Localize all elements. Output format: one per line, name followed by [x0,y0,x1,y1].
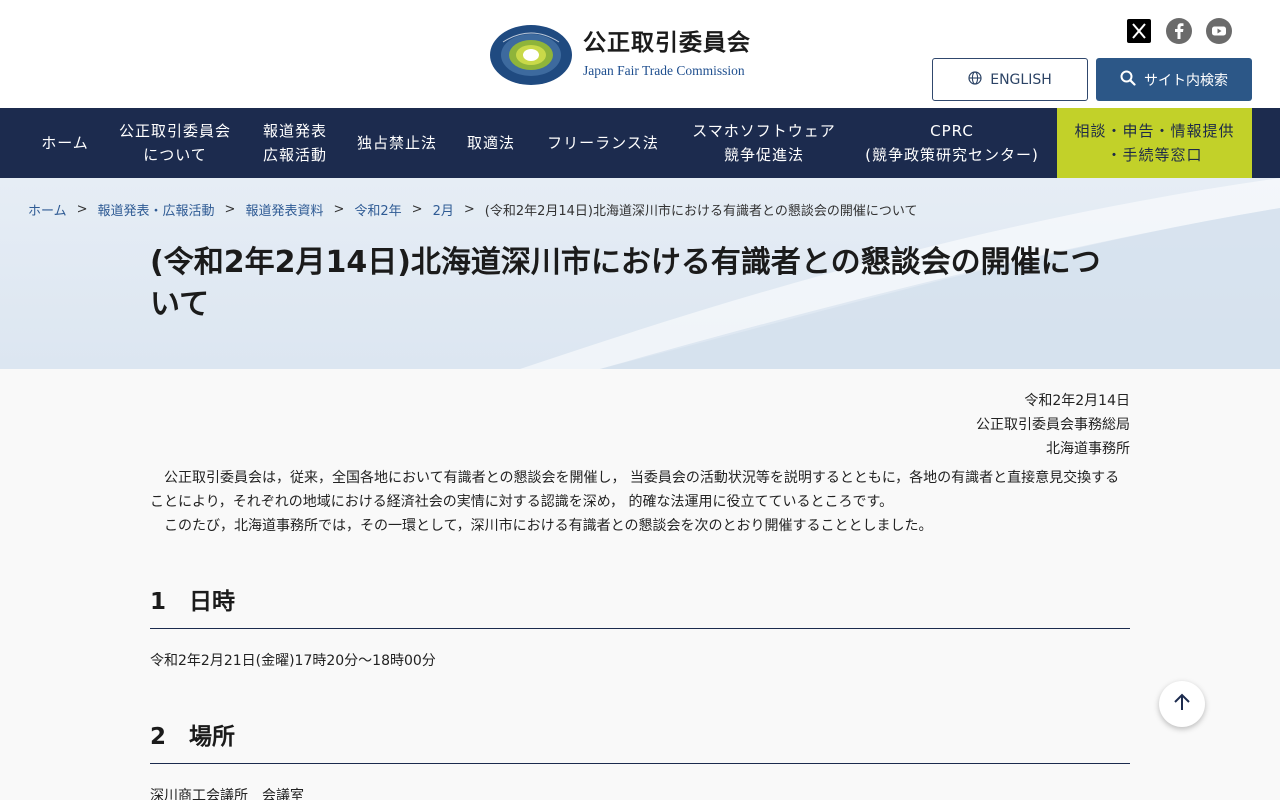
search-icon [1120,70,1136,90]
nav-label: ・手続等窓口 [1106,146,1203,164]
nav-label: CPRC [930,122,974,140]
publication-meta: 令和2年2月14日 公正取引委員会事務総局 北海道事務所 [150,389,1130,461]
nav-consultation[interactable]: 相談・申告・情報提供 ・手続等窓口 [1057,108,1252,178]
nav-label: 取適法 [466,134,515,152]
breadcrumb-separator: > [76,202,88,217]
breadcrumb-home[interactable]: ホーム [28,200,67,219]
nav-label: 独占禁止法 [356,134,437,152]
english-button[interactable]: ENGLISH [932,58,1088,101]
intro-paragraph: 公正取引委員会は，従来，全国各地において有識者との懇談会を開催し， 当委員会の活… [150,470,1120,510]
nav-press[interactable]: 報道発表 広報活動 [248,108,342,178]
breadcrumb-month[interactable]: 2月 [433,200,454,219]
main-content: 令和2年2月14日 公正取引委員会事務総局 北海道事務所 公正取引委員会は，従来… [150,369,1130,800]
breadcrumb: ホーム > 報道発表・広報活動 > 報道発表資料 > 令和2年 > 2月 > (… [28,200,917,219]
nav-label: 相談・申告・情報提供 [1074,122,1235,140]
nav-about[interactable]: 公正取引委員会 について [102,108,248,178]
nav-label: フリーランス法 [547,134,659,152]
nav-label: スマホソフトウェア [692,122,836,140]
nav-cprc[interactable]: CPRC (競争政策研究センター) [852,108,1052,178]
section-body-venue: 深川商工会議所 会議室 [150,788,304,800]
nav-smartphone-act[interactable]: スマホソフトウェア 競争促進法 [676,108,852,178]
org-name-en: Japan Fair Trade Commission [583,63,745,78]
section-heading-datetime: 1 日時 [150,582,1130,629]
page-title: (令和2年2月14日)北海道深川市における有識者との懇談会の開催について [150,245,1101,322]
nav-label: 競争促進法 [723,146,804,164]
site-header: 公正取引委員会 Japan Fair Trade Commission ENGL… [0,0,1280,108]
breadcrumb-separator: > [411,202,423,217]
breadcrumb-year[interactable]: 令和2年 [354,200,401,219]
nav-label: (競争政策研究センター) [865,146,1039,164]
section-heading-venue: 2 場所 [150,717,1130,764]
english-button-label: ENGLISH [990,71,1052,88]
page-header-banner: ホーム > 報道発表・広報活動 > 報道発表資料 > 令和2年 > 2月 > (… [0,178,1280,369]
org-name: 公正取引委員会 [583,30,751,56]
youtube-icon[interactable] [1206,18,1232,44]
site-logo[interactable]: 公正取引委員会 Japan Fair Trade Commission [489,22,751,86]
x-icon[interactable] [1126,18,1152,44]
nav-antimonopoly[interactable]: 独占禁止法 [342,108,452,178]
nav-freelance[interactable]: フリーランス法 [530,108,676,178]
nav-label: について [143,146,207,164]
nav-home[interactable]: ホーム [28,108,102,178]
nav-label: 報道発表 [262,122,327,140]
issuer-bureau: 公正取引委員会事務総局 [976,417,1130,433]
intro-paragraph-2: このたび，北海道事務所では，その一環として，深川市における有識者との懇談会を次の… [164,518,933,534]
issuer-office: 北海道事務所 [1046,441,1130,457]
breadcrumb-current: (令和2年2月14日)北海道深川市における有識者との懇談会の開催について [484,204,918,219]
breadcrumb-press[interactable]: 報道発表・広報活動 [98,200,215,219]
social-links [1126,18,1232,44]
back-to-top-button[interactable] [1159,681,1205,727]
globe-icon [968,70,982,89]
nav-label: 公正取引委員会 [118,122,231,140]
nav-subcontract[interactable]: 取適法 [452,108,530,178]
arrow-up-icon [1173,692,1191,716]
breadcrumb-separator: > [224,202,236,217]
site-search-button[interactable]: サイト内検索 [1096,58,1252,101]
nav-label: 広報活動 [262,146,327,164]
search-button-label: サイト内検索 [1144,72,1228,89]
section-body-datetime: 令和2年2月21日(金曜)17時20分～18時00分 [150,653,436,669]
breadcrumb-separator: > [463,202,475,217]
global-nav: ホーム 公正取引委員会 について 報道発表広報活動 独占禁止法 取適法 フリーラン… [0,108,1280,178]
nav-label: ホーム [41,134,89,152]
jftc-emblem-icon [489,22,573,86]
breadcrumb-press-materials[interactable]: 報道発表資料 [245,200,323,219]
publication-date: 令和2年2月14日 [1024,393,1130,409]
facebook-icon[interactable] [1166,18,1192,44]
breadcrumb-separator: > [333,202,345,217]
